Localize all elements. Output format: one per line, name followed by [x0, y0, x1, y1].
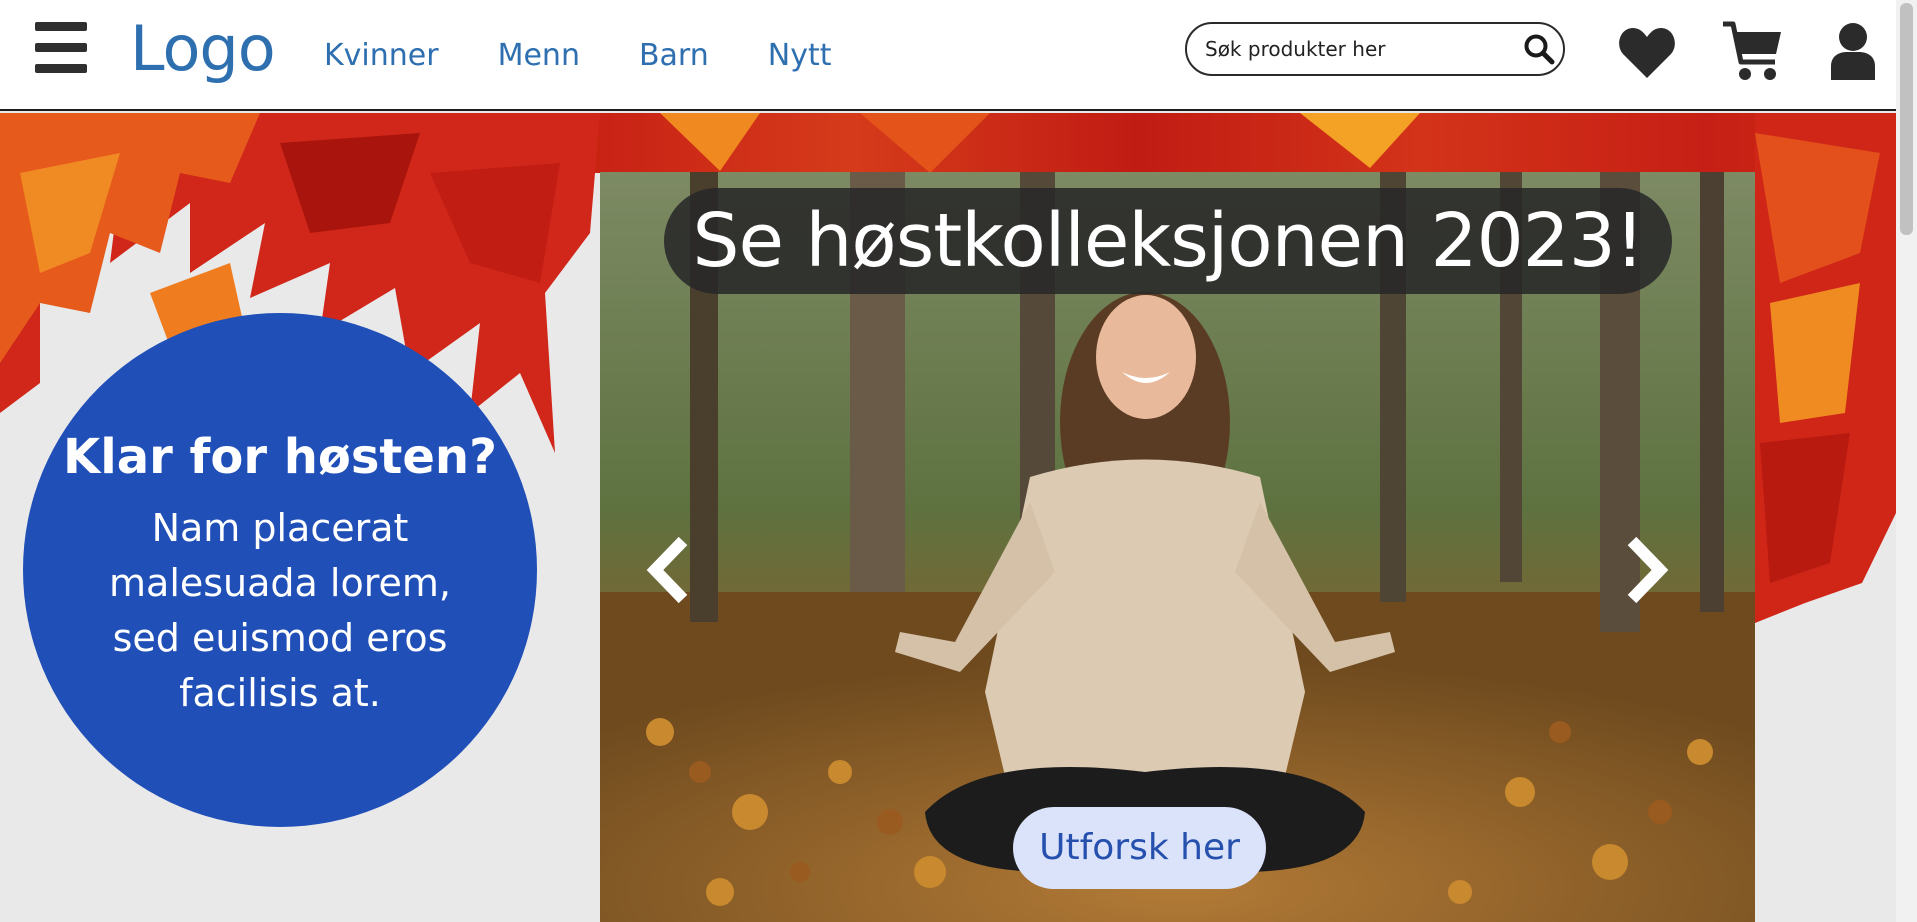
- nav-item-nytt[interactable]: Nytt: [768, 38, 832, 73]
- hamburger-bar: [35, 64, 87, 73]
- nav-item-menn[interactable]: Menn: [498, 38, 580, 73]
- logo[interactable]: Logo: [130, 12, 276, 85]
- nav-item-kvinner[interactable]: Kvinner: [324, 38, 439, 73]
- nav-item-barn[interactable]: Barn: [639, 38, 709, 73]
- scrollbar-thumb[interactable]: [1900, 3, 1913, 235]
- main-nav: Kvinner Menn Barn Nytt: [324, 38, 891, 73]
- user-icon[interactable]: [1829, 22, 1877, 80]
- promo-title: Klar for høsten?: [63, 429, 497, 485]
- explore-button[interactable]: Utforsk her: [1013, 807, 1266, 889]
- search-input[interactable]: [1205, 34, 1505, 64]
- search-icon[interactable]: [1523, 33, 1555, 65]
- promo-circle: Klar for høsten? Nam placerat malesuada …: [23, 313, 537, 827]
- page-scrollbar[interactable]: [1896, 0, 1917, 922]
- hamburger-bar: [35, 43, 87, 52]
- hero-carousel: Se høstkolleksjonen 2023! Utforsk her: [600, 172, 1755, 922]
- promo-body: Nam placerat malesuada lorem, sed euismo…: [109, 506, 451, 715]
- hamburger-menu-icon[interactable]: [35, 22, 87, 74]
- chevron-left-icon[interactable]: [645, 535, 695, 605]
- site-header: Logo Kvinner Menn Barn Nytt: [0, 0, 1896, 111]
- heart-icon[interactable]: [1618, 24, 1676, 80]
- hamburger-bar: [35, 22, 87, 31]
- search-box: [1185, 22, 1565, 76]
- carousel-title: Se høstkolleksjonen 2023!: [664, 188, 1672, 294]
- chevron-right-icon[interactable]: [1620, 535, 1670, 605]
- cart-icon[interactable]: [1721, 20, 1785, 84]
